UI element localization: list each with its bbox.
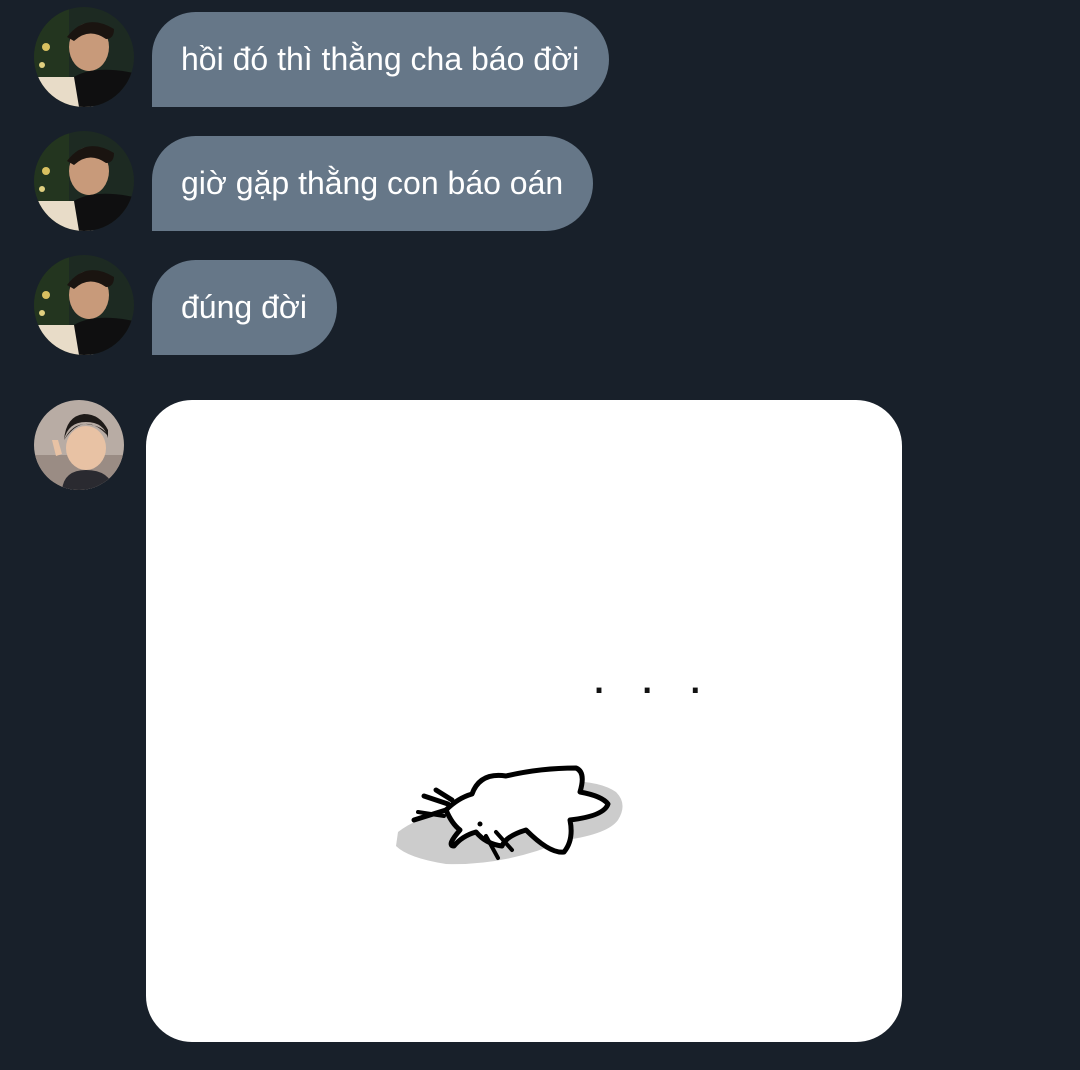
avatar-photo-icon: [34, 400, 124, 490]
avatar[interactable]: [34, 7, 134, 107]
message-bubble[interactable]: đúng đời: [152, 260, 337, 355]
avatar[interactable]: [34, 131, 134, 231]
chat-thread: hồi đó thì thằng cha báo đời giờ gặp thằ…: [0, 0, 1080, 1070]
avatar[interactable]: [34, 400, 124, 490]
avatar-photo-icon: [34, 131, 134, 231]
avatar[interactable]: [34, 255, 134, 355]
message-bubble[interactable]: giờ gặp thằng con báo oán: [152, 136, 594, 231]
avatar-photo-icon: [34, 255, 134, 355]
sticker-message[interactable]: . . .: [146, 400, 902, 1042]
avatar-photo-icon: [34, 7, 134, 107]
message-bubble[interactable]: hồi đó thì thằng cha báo đời: [152, 12, 610, 107]
fallen-cat-drawing-icon: [396, 765, 623, 865]
